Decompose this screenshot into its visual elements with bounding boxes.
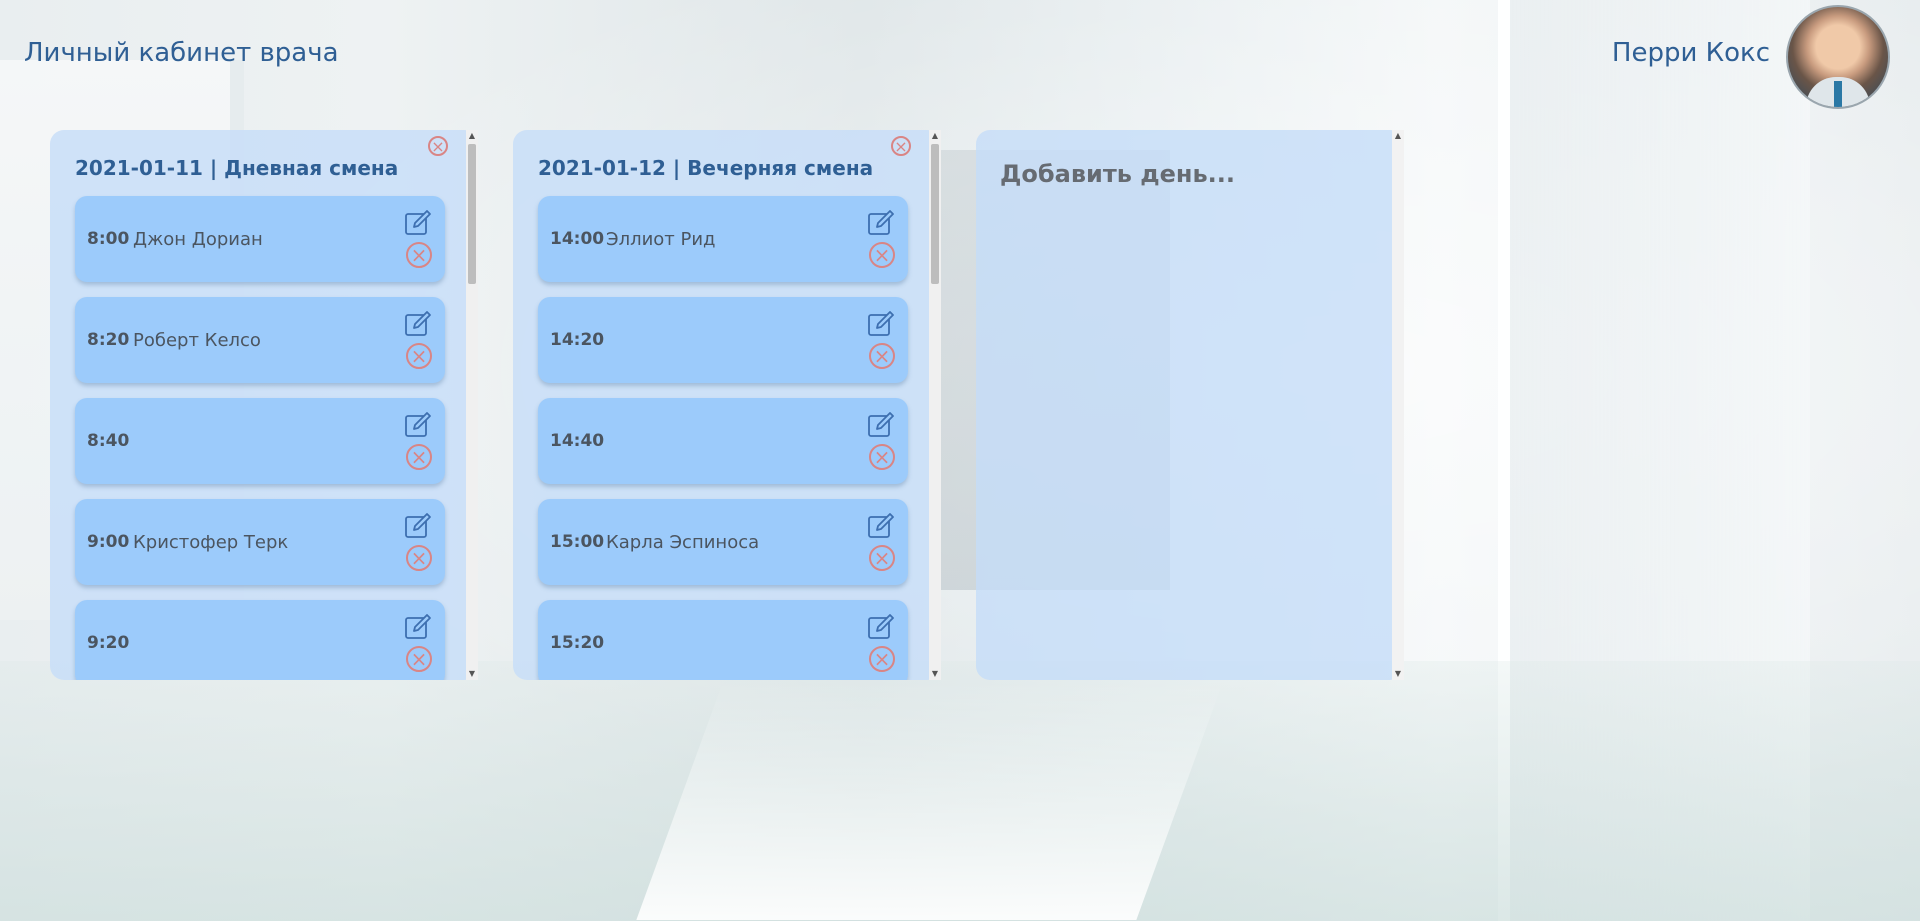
slot-time: 15:00 [550, 532, 605, 552]
delete-slot-icon[interactable]: × [869, 646, 895, 672]
avatar[interactable] [1786, 5, 1890, 109]
edit-icon[interactable] [403, 511, 433, 541]
scroll-up-icon[interactable]: ▲ [1392, 130, 1404, 142]
delete-slot-icon[interactable]: × [869, 444, 895, 470]
day-title: 2021-01-12 | Вечерняя смена [538, 156, 874, 180]
edit-icon[interactable] [403, 208, 433, 238]
day-column: × 2021-01-12 | Вечерняя смена 14:00 Элли… [513, 130, 941, 680]
appointment-slot[interactable]: 14:00 Эллиот Рид × [538, 196, 908, 282]
slot-time: 8:00 [87, 229, 130, 249]
delete-slot-icon[interactable]: × [869, 242, 895, 268]
edit-icon[interactable] [866, 208, 896, 238]
appointment-slot[interactable]: 9:00 Кристофер Терк × [75, 499, 445, 585]
edit-icon[interactable] [866, 410, 896, 440]
appointment-slot[interactable]: 8:40 × [75, 398, 445, 484]
appointment-slot[interactable]: 14:20 × [538, 297, 908, 383]
delete-slot-icon[interactable]: × [406, 545, 432, 571]
delete-slot-icon[interactable]: × [406, 343, 432, 369]
scrollbar[interactable]: ▲ ▼ [1392, 130, 1404, 680]
appointment-slot[interactable]: 8:20 Роберт Келсо × [75, 297, 445, 383]
slot-time: 14:00 [550, 229, 605, 249]
scrollbar[interactable]: ▲ ▼ [929, 130, 941, 680]
edit-icon[interactable] [866, 511, 896, 541]
patient-name: Карла Эспиноса [606, 532, 760, 553]
day-column: × 2021-01-11 | Дневная смена 8:00 Джон Д… [50, 130, 478, 680]
delete-slot-icon[interactable]: × [406, 646, 432, 672]
scroll-thumb[interactable] [468, 144, 476, 284]
scroll-down-icon[interactable]: ▼ [929, 668, 941, 680]
appointment-slot[interactable]: 15:00 Карла Эспиноса × [538, 499, 908, 585]
close-day-icon[interactable]: × [428, 136, 448, 156]
delete-slot-icon[interactable]: × [406, 242, 432, 268]
slot-time: 8:20 [87, 330, 130, 350]
patient-name: Кристофер Терк [133, 532, 289, 553]
add-day-button[interactable]: Добавить день... [1000, 160, 1235, 188]
scroll-thumb[interactable] [931, 144, 939, 284]
edit-icon[interactable] [403, 612, 433, 642]
page-title: Личный кабинет врача [24, 38, 339, 68]
slot-time: 8:40 [87, 431, 130, 451]
delete-slot-icon[interactable]: × [406, 444, 432, 470]
appointment-slot[interactable]: 8:00 Джон Дориан × [75, 196, 445, 282]
day-title: 2021-01-11 | Дневная смена [75, 156, 399, 180]
scroll-up-icon[interactable]: ▲ [929, 130, 941, 142]
patient-name: Джон Дориан [133, 229, 263, 250]
edit-icon[interactable] [403, 410, 433, 440]
slot-time: 14:20 [550, 330, 605, 350]
close-day-icon[interactable]: × [891, 136, 911, 156]
delete-slot-icon[interactable]: × [869, 343, 895, 369]
edit-icon[interactable] [866, 612, 896, 642]
edit-icon[interactable] [403, 309, 433, 339]
slot-time: 15:20 [550, 633, 605, 653]
appointment-slot[interactable]: 9:20 × [75, 600, 445, 680]
user-name[interactable]: Перри Кокс [1612, 38, 1770, 68]
scroll-down-icon[interactable]: ▼ [1392, 668, 1404, 680]
patient-name: Роберт Келсо [133, 330, 261, 351]
scroll-up-icon[interactable]: ▲ [466, 130, 478, 142]
delete-slot-icon[interactable]: × [869, 545, 895, 571]
slot-time: 14:40 [550, 431, 605, 451]
patient-name: Эллиот Рид [606, 229, 716, 250]
appointment-slot[interactable]: 15:20 × [538, 600, 908, 680]
appointment-slot[interactable]: 14:40 × [538, 398, 908, 484]
slot-time: 9:20 [87, 633, 130, 653]
scroll-down-icon[interactable]: ▼ [466, 668, 478, 680]
add-day-column[interactable]: Добавить день... ▲ ▼ [976, 130, 1404, 680]
slot-time: 9:00 [87, 532, 130, 552]
edit-icon[interactable] [866, 309, 896, 339]
scrollbar[interactable]: ▲ ▼ [466, 130, 478, 680]
